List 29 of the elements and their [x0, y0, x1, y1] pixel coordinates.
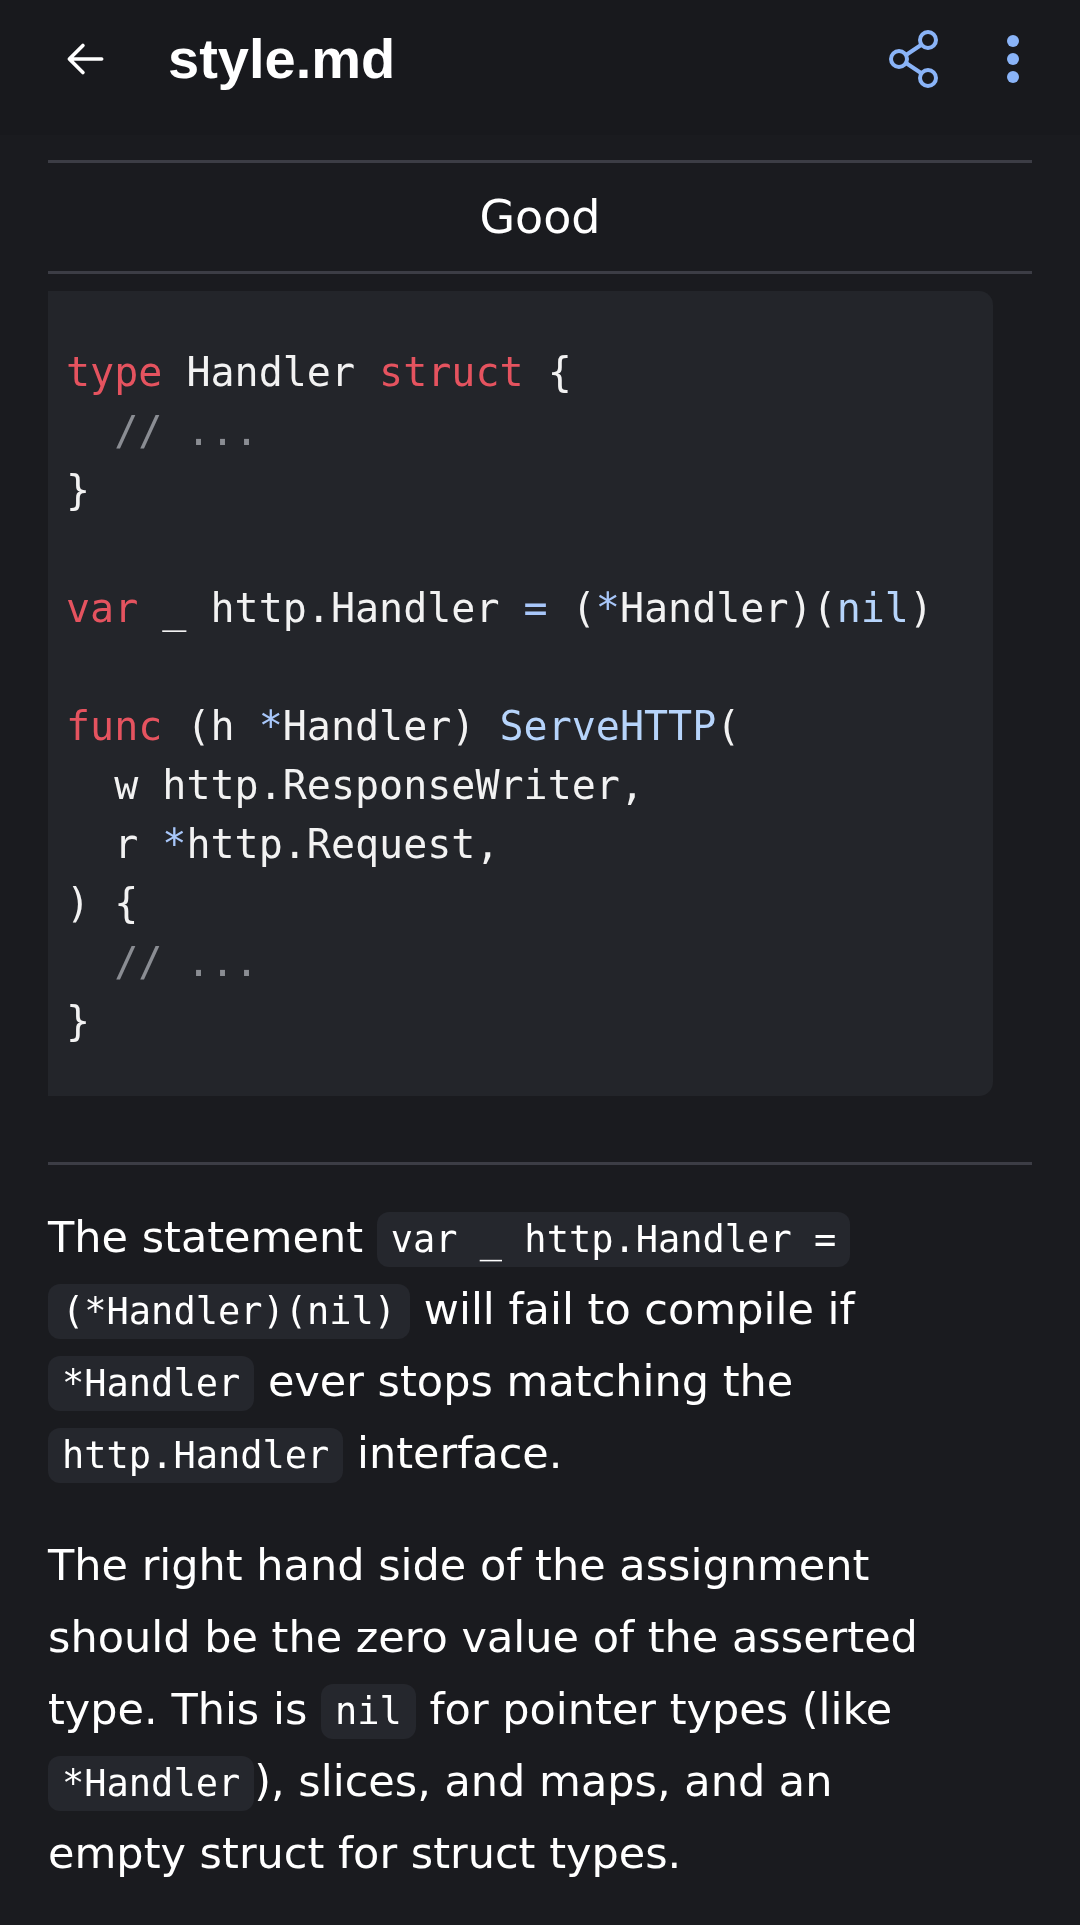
- paragraph-text: will fail to compile if: [422, 1284, 855, 1334]
- paragraph-text: The statement: [48, 1212, 365, 1262]
- more-options-icon[interactable]: [1006, 33, 1020, 84]
- inline-code: nil: [320, 1684, 416, 1739]
- inline-code: var _ http.Handler =: [376, 1212, 851, 1267]
- code-line: ) {: [66, 880, 139, 926]
- table-header: Good: [479, 190, 601, 244]
- inline-code: (*Handler)(nil): [48, 1284, 411, 1339]
- paragraph-text: empty struct for struct types.: [48, 1828, 682, 1878]
- paragraph-text: interface.: [355, 1428, 563, 1478]
- code-line: func (h *Handler) ServeHTTP(: [66, 703, 741, 749]
- paragraph-text: type. This is: [48, 1684, 309, 1734]
- inline-code: *Handler: [48, 1756, 255, 1811]
- paragraph-text: should be the zero value of the asserted: [48, 1612, 918, 1662]
- code-line: var _ http.Handler = (*Handler)(nil): [66, 585, 933, 631]
- code-line: }: [66, 467, 91, 513]
- paragraph-text: for pointer types (like: [428, 1684, 893, 1734]
- paragraph-text: ), slices, and maps, and an: [254, 1756, 833, 1806]
- code-line: // ...: [113, 939, 259, 985]
- inline-code: *Handler: [48, 1356, 255, 1411]
- code-line: }: [66, 998, 91, 1044]
- code-line: w http.ResponseWriter,: [113, 762, 644, 808]
- paragraph-text: The right hand side of the assignment: [48, 1540, 870, 1590]
- inline-code: http.Handler: [48, 1428, 344, 1483]
- file-title: style.md: [168, 26, 397, 91]
- code-line: // ...: [113, 408, 259, 454]
- paragraph-text: ever stops matching the: [266, 1356, 794, 1406]
- code-line: type Handler struct {: [66, 349, 572, 395]
- code-line: r *http.Request,: [113, 821, 500, 867]
